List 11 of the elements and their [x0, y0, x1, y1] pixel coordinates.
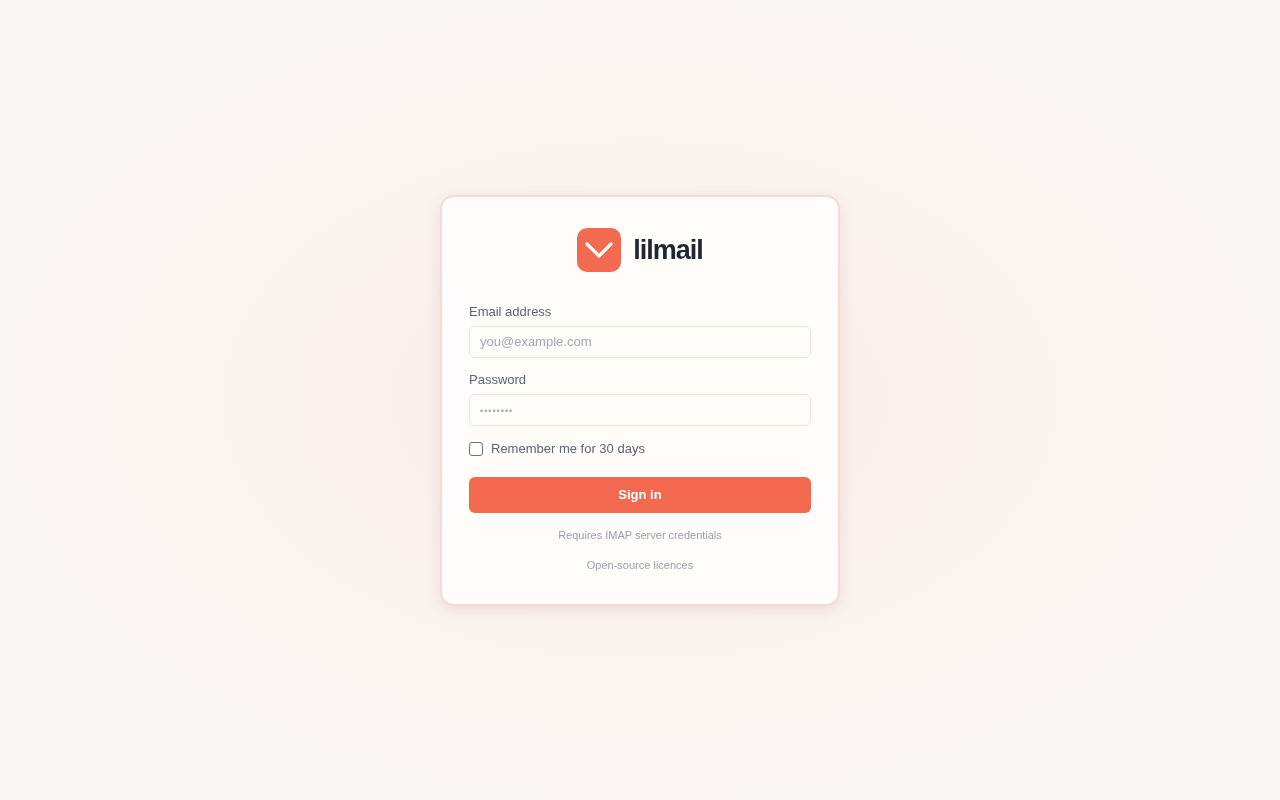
- brand-name: lilmail: [633, 233, 703, 266]
- sign-in-button[interactable]: Sign in: [469, 476, 811, 513]
- credentials-note: Requires IMAP server credentials: [558, 527, 722, 542]
- password-field[interactable]: ••••••••: [469, 393, 811, 426]
- email-field[interactable]: you@example.com: [469, 325, 811, 358]
- logo-chevron-icon: [577, 227, 622, 272]
- field-label: Password: [469, 371, 527, 388]
- remember-checkbox[interactable]: [469, 441, 483, 456]
- field-label: Email address: [469, 303, 552, 320]
- licences-link[interactable]: Open-source licences: [586, 557, 694, 572]
- remember-label: Remember me for 30 days: [491, 440, 645, 457]
